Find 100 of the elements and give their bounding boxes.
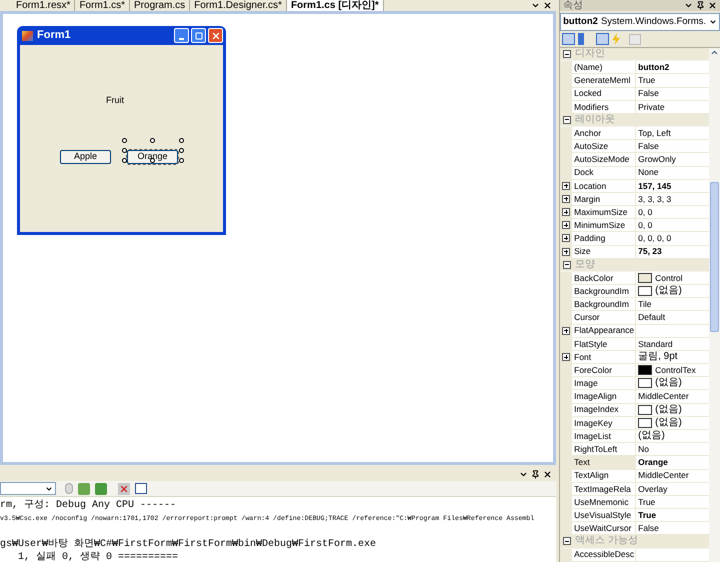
- value-cell[interactable]: Standard: [636, 338, 709, 350]
- property-row[interactable]: TextAlign MiddleCenter: [560, 470, 709, 483]
- property-name[interactable]: Anchor: [572, 127, 636, 140]
- value-cell[interactable]: Overlay: [636, 482, 709, 495]
- property-row[interactable]: UseVisualStyle True: [560, 509, 709, 522]
- value-cell[interactable]: Orange: [636, 456, 709, 468]
- form-button[interactable]: Orange: [127, 150, 178, 164]
- property-value[interactable]: True: [638, 498, 656, 506]
- property-row[interactable]: Location 157, 145: [560, 180, 709, 193]
- property-row[interactable]: ImageIndex (없음): [560, 404, 709, 417]
- value-cell[interactable]: MiddleCenter: [636, 470, 709, 482]
- scrollbar[interactable]: [709, 48, 720, 562]
- property-name[interactable]: Size: [572, 246, 636, 258]
- property-name[interactable]: FlatStyle: [572, 338, 636, 350]
- property-value[interactable]: MiddleCenter: [638, 392, 689, 401]
- property-value[interactable]: Orange: [638, 458, 668, 467]
- property-name[interactable]: ImageIndex: [572, 404, 636, 416]
- property-value[interactable]: 굴림, 9pt: [638, 352, 678, 362]
- value-cell[interactable]: [636, 324, 709, 337]
- close-icon[interactable]: [708, 1, 717, 10]
- property-row[interactable]: RightToLeft No: [560, 443, 709, 456]
- property-value[interactable]: Top, Left: [638, 128, 671, 138]
- property-name[interactable]: ImageKey: [572, 416, 636, 429]
- property-row[interactable]: Cursor Default: [560, 311, 709, 325]
- property-name[interactable]: ImageList: [572, 430, 636, 442]
- property-value[interactable]: Private: [638, 102, 665, 112]
- value-cell[interactable]: False: [636, 522, 709, 534]
- expand-icon[interactable]: [562, 353, 570, 362]
- value-cell[interactable]: True: [636, 509, 709, 522]
- property-value[interactable]: (없음): [655, 286, 682, 296]
- property-name[interactable]: Font: [572, 350, 636, 364]
- collapse-icon[interactable]: [563, 116, 572, 124]
- property-name[interactable]: AccessibleDesc: [572, 548, 636, 561]
- property-row[interactable]: ImageList (없음): [560, 430, 709, 444]
- property-row[interactable]: Dock None: [560, 166, 709, 180]
- expand-icon[interactable]: [562, 208, 570, 216]
- property-row[interactable]: Font 굴림, 9pt: [560, 350, 709, 364]
- value-cell[interactable]: 0, 0: [636, 219, 709, 232]
- property-name[interactable]: ImageAlign: [572, 390, 636, 403]
- property-row[interactable]: Size 75, 23: [560, 246, 709, 259]
- property-row[interactable]: Modifiers Private: [560, 100, 709, 114]
- value-cell[interactable]: True: [636, 74, 709, 87]
- property-row[interactable]: Padding 0, 0, 0, 0: [560, 232, 709, 246]
- property-row[interactable]: Anchor Top, Left: [560, 127, 709, 140]
- property-value[interactable]: 157, 145: [638, 182, 672, 190]
- property-name[interactable]: UseWaitCursor: [572, 522, 636, 534]
- value-cell[interactable]: None: [636, 166, 709, 179]
- property-row[interactable]: GenerateMeml True: [560, 74, 709, 88]
- property-value[interactable]: MiddleCenter: [638, 471, 689, 480]
- value-cell[interactable]: Private: [636, 100, 709, 113]
- form-button[interactable]: Apple: [60, 150, 111, 164]
- value-cell[interactable]: (없음): [636, 430, 709, 442]
- pin-icon[interactable]: [696, 1, 705, 10]
- property-row[interactable]: Locked False: [560, 88, 709, 101]
- value-cell[interactable]: 0, 0: [636, 206, 709, 218]
- collapse-icon[interactable]: [563, 260, 572, 269]
- property-row[interactable]: BackColor Control: [560, 272, 709, 286]
- property-name[interactable]: Image: [572, 377, 636, 390]
- property-name[interactable]: BackgroundIm: [572, 298, 636, 310]
- property-row[interactable]: ForeColor ControlTex: [560, 364, 709, 378]
- expand-icon[interactable]: [562, 234, 570, 242]
- expand-icon[interactable]: [562, 221, 570, 230]
- value-cell[interactable]: [636, 548, 709, 561]
- property-value[interactable]: (없음): [655, 404, 682, 415]
- property-row[interactable]: ImageAlign MiddleCenter: [560, 390, 709, 404]
- clear-icon[interactable]: [118, 482, 130, 494]
- property-value[interactable]: False: [638, 142, 659, 151]
- property-value[interactable]: (없음): [655, 418, 682, 428]
- property-name[interactable]: RightToLeft: [572, 443, 636, 456]
- property-row[interactable]: MinimumSize 0, 0: [560, 219, 709, 232]
- property-value[interactable]: GrowOnly: [638, 155, 676, 164]
- property-name[interactable]: Margin: [572, 192, 636, 206]
- property-name[interactable]: Location: [572, 180, 636, 192]
- property-name[interactable]: BackgroundIm: [572, 285, 636, 298]
- minimize-button[interactable]: [174, 28, 189, 43]
- property-row[interactable]: FlatAppearance: [560, 324, 709, 338]
- property-name[interactable]: AutoSize: [572, 140, 636, 152]
- value-cell[interactable]: MiddleCenter: [636, 390, 709, 403]
- property-row[interactable]: UseMnemonic True: [560, 496, 709, 510]
- property-row[interactable]: FlatStyle Standard: [560, 338, 709, 351]
- property-value[interactable]: 75, 23: [638, 247, 662, 256]
- property-value[interactable]: True: [638, 76, 656, 85]
- property-row[interactable]: AutoSizeMode GrowOnly: [560, 153, 709, 167]
- document-tab[interactable]: Form1.cs [디자인]*: [286, 0, 384, 11]
- property-name[interactable]: Modifiers: [572, 100, 636, 113]
- property-name[interactable]: Locked: [572, 88, 636, 100]
- property-name[interactable]: AutoSizeMode: [572, 153, 636, 166]
- value-cell[interactable]: ControlTex: [636, 364, 709, 376]
- dropdown-icon[interactable]: [684, 1, 693, 10]
- value-cell[interactable]: (없음): [636, 377, 709, 390]
- resize-handle[interactable]: [150, 138, 155, 142]
- collapse-icon[interactable]: [563, 50, 572, 58]
- property-value[interactable]: Control: [655, 274, 683, 282]
- close-icon[interactable]: [543, 470, 552, 479]
- value-cell[interactable]: Control: [636, 272, 709, 284]
- property-row[interactable]: AccessibleDesc: [560, 548, 709, 562]
- expand-icon[interactable]: [562, 248, 570, 256]
- property-name[interactable]: ForeColor: [572, 364, 636, 376]
- property-row[interactable]: Margin 3, 3, 3, 3: [560, 192, 709, 206]
- property-row[interactable]: (Name) button2: [560, 61, 709, 74]
